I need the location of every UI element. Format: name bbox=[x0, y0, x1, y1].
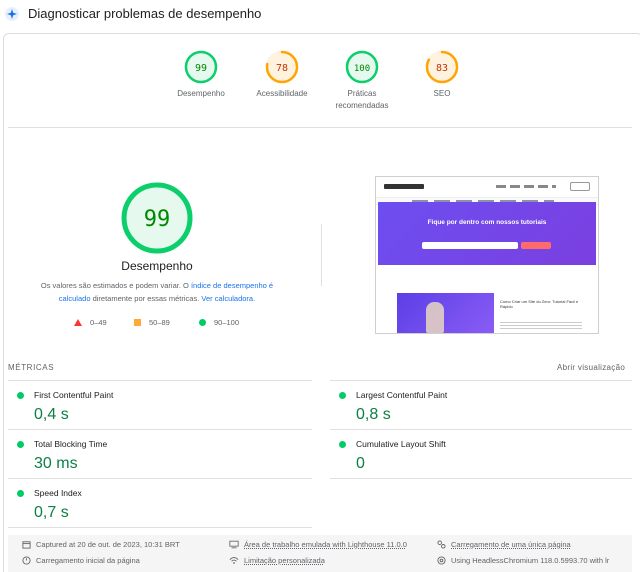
thumb-navbar bbox=[376, 177, 598, 197]
svg-text:100: 100 bbox=[354, 64, 370, 74]
category-seo[interactable]: 83 SEO bbox=[392, 50, 492, 100]
metric-name: Cumulative Layout Shift bbox=[356, 439, 446, 449]
thumb-nav-links bbox=[496, 185, 556, 188]
captured-text: Captured at 20 de out. de 2023, 10:31 BR… bbox=[36, 540, 180, 549]
category-label: SEO bbox=[433, 89, 451, 98]
timer-icon bbox=[22, 556, 31, 565]
divider bbox=[8, 127, 632, 128]
thumb-search-input bbox=[422, 242, 518, 249]
chrome-icon bbox=[437, 556, 446, 565]
red-triangle-icon bbox=[74, 319, 82, 326]
thumb-hero: Fique por dentro com nossos tutoriais bbox=[378, 202, 596, 265]
category-label: Práticas recomendadas bbox=[335, 89, 389, 110]
pass-dot-icon bbox=[339, 441, 346, 448]
wifi-icon bbox=[229, 557, 239, 564]
pass-dot-icon bbox=[17, 490, 24, 497]
pass-dot-icon bbox=[339, 392, 346, 399]
initial-load: Carregamento inicial da página bbox=[22, 556, 140, 565]
svg-text:78: 78 bbox=[276, 63, 288, 74]
metrics-title: MÉTRICAS bbox=[8, 363, 55, 372]
desktop-icon bbox=[229, 540, 239, 549]
lighthouse-spark-icon bbox=[5, 7, 19, 21]
captured-at: Captured at 20 de out. de 2023, 10:31 BR… bbox=[22, 540, 180, 549]
metric-value: 0,4 s bbox=[34, 406, 69, 423]
nodes-icon bbox=[437, 540, 446, 549]
description-text: Os valores são estimados e podem variar.… bbox=[40, 281, 191, 290]
metric-value: 0,8 s bbox=[356, 406, 391, 423]
thumb-search-button bbox=[521, 242, 551, 249]
metric-value: 0 bbox=[356, 455, 365, 472]
orange-square-icon bbox=[134, 319, 141, 326]
thumb-hero-title: Fique por dentro com nossos tutoriais bbox=[427, 219, 547, 226]
accessibility-gauge-icon: 78 bbox=[265, 50, 299, 84]
single-page-load[interactable]: Carregamento de uma única página bbox=[437, 540, 571, 549]
page-title: Diagnosticar problemas de desempenho bbox=[28, 6, 262, 21]
legend-average: 50–89 bbox=[134, 318, 170, 327]
performance-score-label: Desempenho bbox=[121, 259, 193, 273]
throttling[interactable]: Limitação personalizada bbox=[229, 556, 325, 565]
description-text: diretamente por essas métricas. bbox=[90, 294, 202, 303]
calculator-link[interactable]: Ver calculadora. bbox=[201, 294, 255, 303]
divider bbox=[330, 478, 632, 479]
divider bbox=[8, 429, 312, 430]
legend-label: 0–49 bbox=[90, 318, 107, 327]
thumb-logo bbox=[384, 184, 424, 189]
initial-load-text: Carregamento inicial da página bbox=[36, 556, 140, 565]
legend-label: 90–100 bbox=[214, 318, 240, 327]
emulated-text: Área de trabalho emulada with Lighthouse… bbox=[244, 540, 407, 549]
metric-name: First Contentful Paint bbox=[34, 390, 114, 400]
browser-info: Using HeadlessChromium 118.0.5993.70 wit… bbox=[437, 556, 609, 565]
svg-text:99: 99 bbox=[195, 63, 207, 74]
best-practices-gauge-icon: 100 bbox=[345, 50, 379, 84]
final-screenshot[interactable]: Fique por dentro com nossos tutoriais Co… bbox=[375, 176, 599, 334]
performance-gauge-icon: 99 bbox=[184, 50, 218, 84]
calendar-icon bbox=[22, 541, 31, 549]
thumb-article-title: Como Criar um Site do Zero: Tutorial Fác… bbox=[500, 299, 579, 309]
divider bbox=[8, 478, 312, 479]
divider bbox=[8, 527, 312, 528]
divider bbox=[330, 380, 632, 381]
metric-name: Total Blocking Time bbox=[34, 439, 108, 449]
pass-dot-icon bbox=[17, 441, 24, 448]
thumb-article-image bbox=[397, 293, 494, 333]
svg-text:83: 83 bbox=[436, 63, 448, 74]
thumb-article-excerpt bbox=[500, 322, 582, 330]
metric-value: 0,7 s bbox=[34, 504, 69, 521]
browser-text: Using HeadlessChromium 118.0.5993.70 wit… bbox=[451, 556, 610, 565]
metric-value: 30 ms bbox=[34, 455, 78, 472]
metric-name: Largest Contentful Paint bbox=[356, 390, 448, 400]
divider bbox=[8, 380, 312, 381]
pass-dot-icon bbox=[17, 392, 24, 399]
single-page-text: Carregamento de uma única página bbox=[451, 540, 571, 549]
legend-fail: 0–49 bbox=[74, 318, 107, 327]
vertical-divider bbox=[321, 224, 322, 286]
seo-gauge-icon: 83 bbox=[425, 50, 459, 84]
metric-name: Speed Index bbox=[34, 488, 82, 498]
expand-view-toggle[interactable]: Abrir visualização bbox=[557, 363, 625, 372]
header: Diagnosticar problemas de desempenho bbox=[0, 0, 640, 30]
score-description: Os valores são estimados e podem variar.… bbox=[28, 279, 286, 305]
throttling-text: Limitação personalizada bbox=[244, 556, 325, 565]
performance-score-gauge: 99 bbox=[121, 182, 193, 254]
emulated-device[interactable]: Área de trabalho emulada with Lighthouse… bbox=[229, 540, 407, 549]
thumb-login-button bbox=[570, 182, 590, 191]
green-circle-icon bbox=[199, 319, 206, 326]
divider bbox=[330, 429, 632, 430]
svg-text:99: 99 bbox=[144, 207, 171, 232]
legend-pass: 90–100 bbox=[199, 318, 239, 327]
legend-label: 50–89 bbox=[149, 318, 170, 327]
thumb-person-image bbox=[426, 302, 444, 333]
